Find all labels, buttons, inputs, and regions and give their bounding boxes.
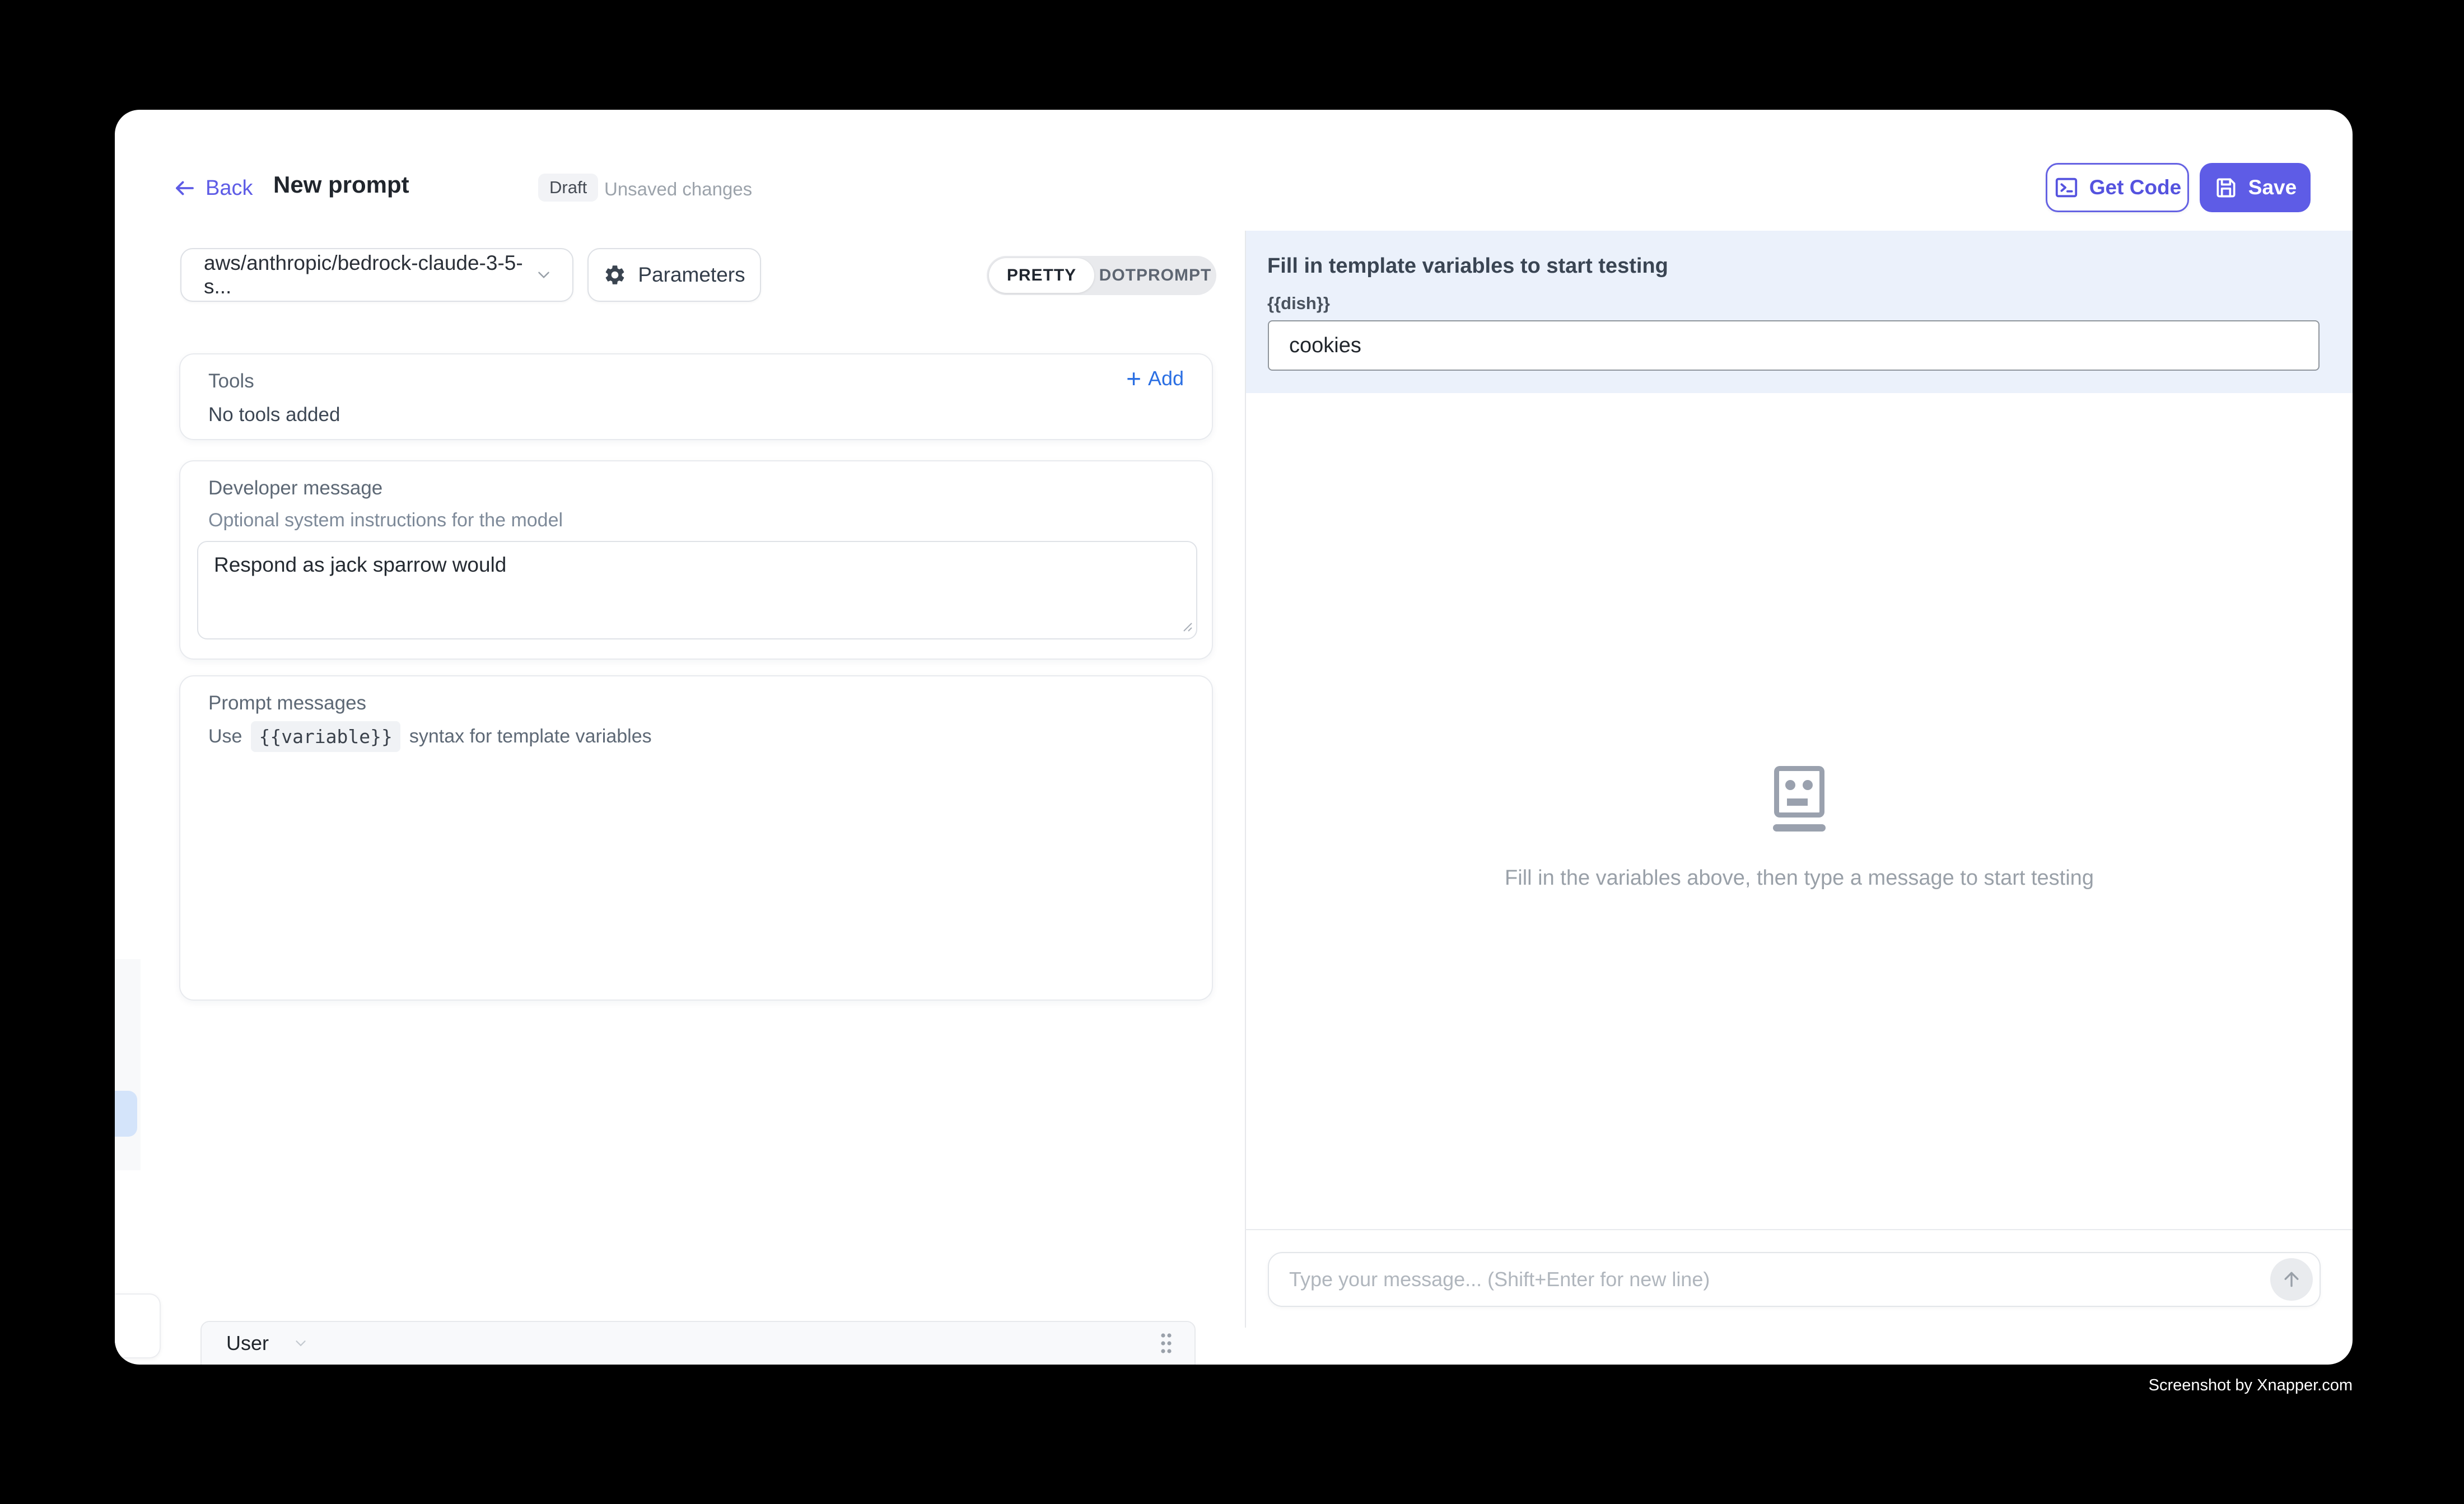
app-window: Back New prompt Draft Unsaved changes Ge… <box>115 110 2353 1365</box>
get-code-label: Get Code <box>2089 176 2181 199</box>
parameters-label: Parameters <box>638 263 745 287</box>
message-block: User Give me a recipe for {{dish}} Detec… <box>200 1321 1196 1365</box>
chevron-down-icon <box>534 265 553 284</box>
empty-state-robot-icon <box>1772 764 1827 835</box>
gear-icon <box>603 263 627 287</box>
variable-value-input[interactable] <box>1268 320 2320 371</box>
message-role-bar: User <box>202 1322 1194 1365</box>
chat-input-bar <box>1268 1252 2321 1307</box>
model-selector[interactable]: aws/anthropic/bedrock-claude-3-5-s... <box>180 248 573 302</box>
watermark-text: Screenshot by Xnapper.com <box>2149 1376 2353 1395</box>
page-title: New prompt <box>273 171 409 198</box>
save-icon <box>2214 175 2238 200</box>
prompt-messages-card: Prompt messages Use {{variable}} syntax … <box>179 675 1213 1001</box>
prompt-hint-text: Use {{variable}} syntax for template var… <box>208 721 652 752</box>
empty-state: Fill in the variables above, then type a… <box>1246 764 2353 890</box>
model-selector-value: aws/anthropic/bedrock-claude-3-5-s... <box>204 251 534 298</box>
chat-divider <box>1245 1229 2353 1230</box>
prompt-messages-title: Prompt messages <box>208 692 366 714</box>
tools-title: Tools <box>208 370 254 393</box>
arrow-up-icon <box>2280 1268 2303 1291</box>
send-button[interactable] <box>2270 1258 2313 1301</box>
drag-handle-icon[interactable] <box>1158 1329 1174 1357</box>
empty-state-text: Fill in the variables above, then type a… <box>1246 866 2353 890</box>
chat-message-input[interactable] <box>1269 1268 2270 1291</box>
variables-panel: Fill in template variables to start test… <box>1246 231 2353 393</box>
tools-empty-text: No tools added <box>208 404 340 426</box>
unsaved-changes-text: Unsaved changes <box>604 179 752 200</box>
chevron-down-icon <box>292 1335 309 1352</box>
save-button[interactable]: Save <box>2200 163 2311 212</box>
variable-syntax-chip: {{variable}} <box>251 721 400 752</box>
sidebar-bottom-card-sliver <box>115 1293 161 1358</box>
hint-suffix: syntax for template variables <box>409 726 652 748</box>
tools-card: Tools + Add No tools added <box>179 353 1213 440</box>
get-code-button[interactable]: Get Code <box>2046 163 2189 212</box>
back-button[interactable]: Back <box>173 172 253 204</box>
variable-name-label: {{dish}} <box>1267 293 1330 314</box>
back-arrow-icon <box>173 176 197 200</box>
add-tool-label: Add <box>1148 367 1184 390</box>
developer-message-subtitle: Optional system instructions for the mod… <box>208 510 563 531</box>
code-terminal-icon <box>2054 175 2079 200</box>
add-tool-button[interactable]: + Add <box>1126 367 1184 390</box>
toggle-option-pretty[interactable]: PRETTY <box>989 258 1094 293</box>
developer-message-title: Developer message <box>208 477 382 499</box>
sidebar-active-item-sliver <box>115 1091 137 1137</box>
hint-prefix: Use <box>208 726 242 748</box>
parameters-button[interactable]: Parameters <box>587 248 761 302</box>
plus-icon: + <box>1126 368 1141 389</box>
view-mode-toggle: PRETTY DOTPROMPT <box>987 256 1216 295</box>
sidebar-sliver <box>115 959 141 1170</box>
role-selector[interactable]: User <box>226 1332 309 1355</box>
status-badge: Draft <box>538 174 598 202</box>
back-label: Back <box>206 176 253 200</box>
developer-message-card: Developer message Optional system instru… <box>179 460 1213 660</box>
developer-message-textarea[interactable]: Respond as jack sparrow would <box>197 541 1197 639</box>
toggle-option-dotprompt[interactable]: DOTPROMPT <box>1094 256 1216 295</box>
variables-panel-heading: Fill in template variables to start test… <box>1267 254 1668 278</box>
save-label: Save <box>2248 176 2297 199</box>
role-selector-value: User <box>226 1332 269 1355</box>
